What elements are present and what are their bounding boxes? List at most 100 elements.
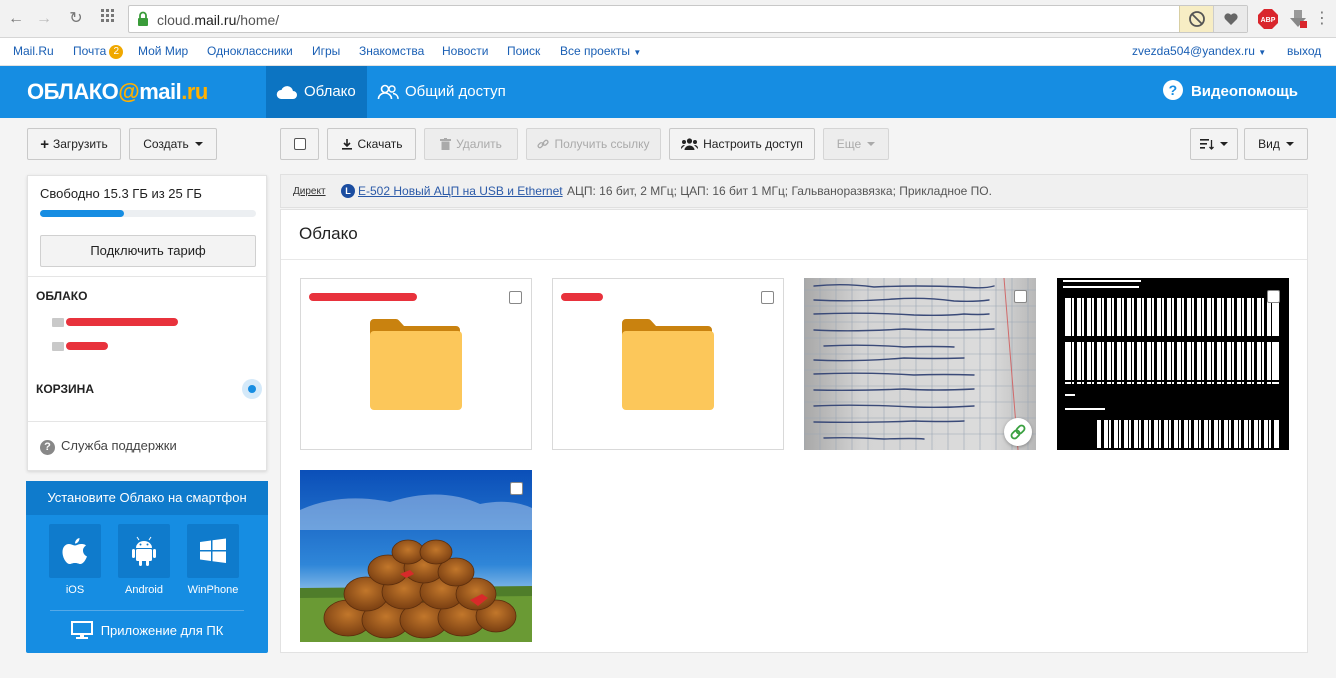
secure-lock-icon — [138, 11, 148, 26]
create-button[interactable]: Создать — [129, 128, 217, 160]
quota-text: Свободно 15.3 ГБ из 25 ГБ — [40, 186, 202, 201]
image-tile[interactable] — [804, 278, 1036, 450]
image-tile[interactable] — [1057, 278, 1289, 450]
barcode-bar — [1178, 420, 1179, 448]
apps-grid-icon[interactable] — [98, 9, 118, 29]
barcode-bar — [1151, 420, 1154, 448]
redacted-folder-name — [66, 342, 108, 350]
folder-tile[interactable] — [300, 278, 532, 450]
barcode-bar — [1141, 298, 1142, 384]
portal-link-ok[interactable]: Одноклассники — [207, 44, 293, 58]
barcode-bar — [1111, 420, 1114, 448]
sort-button[interactable] — [1190, 128, 1238, 160]
ios-app-link[interactable]: iOS — [49, 524, 101, 596]
folder-tile[interactable] — [552, 278, 784, 450]
barcode-bar — [1248, 420, 1249, 448]
ad-link[interactable]: E-502 Новый АЦП на USB и Ethernet — [358, 184, 563, 198]
winphone-app-link[interactable]: WinPhone — [187, 524, 239, 596]
address-bar[interactable]: cloud.mail.ru/home/ — [128, 5, 1248, 33]
image-tile[interactable] — [300, 470, 532, 642]
portal-link-mailru[interactable]: Mail.Ru — [13, 44, 54, 58]
tree-folder-item[interactable] — [52, 316, 192, 330]
heart-icon[interactable] — [1213, 6, 1247, 32]
select-all-checkbox[interactable] — [280, 128, 319, 160]
barcode-bar — [1081, 298, 1082, 384]
svg-text:ABP: ABP — [1261, 17, 1276, 24]
menu-icon[interactable]: ⋮ — [1312, 9, 1332, 29]
select-checkbox[interactable] — [1014, 290, 1027, 303]
tab-shared-access[interactable]: Общий доступ — [377, 66, 506, 118]
select-checkbox[interactable] — [509, 291, 522, 304]
barcode-bar — [1234, 298, 1237, 384]
more-button[interactable]: Еще — [823, 128, 889, 160]
select-checkbox[interactable] — [761, 291, 774, 304]
download-button[interactable]: Скачать — [327, 128, 416, 160]
barcode-bar — [1141, 420, 1144, 448]
select-checkbox[interactable] — [510, 482, 523, 495]
logout-link[interactable]: выход — [1287, 44, 1321, 58]
adblock-icon[interactable]: ABP — [1257, 8, 1279, 30]
checkbox-icon — [293, 138, 306, 150]
portal-bar: Mail.Ru Почта 2 Мой Мир Одноклассники Игр… — [0, 38, 1336, 66]
cloud-section-title[interactable]: ОБЛАКО — [36, 289, 87, 303]
select-checkbox[interactable] — [1267, 290, 1280, 303]
barcode-bar — [1231, 298, 1232, 384]
barcode-bar — [1171, 420, 1174, 448]
barcode-bar — [1218, 420, 1219, 448]
upload-button[interactable]: + Загрузить — [27, 128, 121, 160]
barcode-bar — [1241, 420, 1244, 448]
forward-icon[interactable]: → — [34, 9, 54, 29]
barcode-bar — [1251, 420, 1254, 448]
video-help-link[interactable]: ? Видеопомощь — [1162, 66, 1298, 118]
promo-title: Установите Облако на смартфон — [26, 481, 268, 515]
help-icon: ? — [1162, 80, 1183, 100]
portal-link-news[interactable]: Новости — [442, 44, 488, 58]
android-app-link[interactable]: Android — [118, 524, 170, 596]
connect-tariff-button[interactable]: Подключить тариф — [40, 235, 256, 267]
users-icon — [681, 138, 699, 150]
ad-label[interactable]: Директ — [293, 186, 326, 197]
barcode-bar — [1204, 298, 1207, 384]
chevron-down-icon — [194, 142, 203, 146]
configure-access-button[interactable]: Настроить доступ — [669, 128, 815, 160]
barcode-bar — [1251, 298, 1252, 384]
portal-link-myworld[interactable]: Мой Мир — [138, 44, 188, 58]
barcode-bar — [1181, 298, 1182, 384]
back-icon[interactable]: ← — [6, 9, 26, 29]
support-link[interactable]: ? Служба поддержки — [40, 438, 177, 455]
portal-link-all-projects[interactable]: Все проекты ▼ — [560, 44, 641, 58]
divider — [50, 610, 244, 611]
portal-link-games[interactable]: Игры — [312, 44, 340, 58]
barcode-bar — [1074, 298, 1077, 384]
portal-link-mail[interactable]: Почта 2 — [73, 44, 124, 59]
ad-banner: Директ L E-502 Новый АЦП на USB и Ethern… — [280, 174, 1308, 208]
barcode-bar — [1128, 420, 1129, 448]
users-icon — [377, 84, 399, 100]
app-header: ОБЛАКО@mail.ru Облако Общий доступ ? Виде… — [0, 66, 1336, 118]
get-link-button[interactable]: Получить ссылку — [526, 128, 661, 160]
barcode-bar — [1254, 298, 1257, 384]
tree-folder-item[interactable] — [52, 340, 142, 354]
block-icon[interactable] — [1179, 6, 1213, 32]
cloud-logo[interactable]: ОБЛАКО@mail.ru — [27, 79, 208, 105]
view-button[interactable]: Вид — [1244, 128, 1308, 160]
file-area: Облако — [280, 209, 1308, 653]
download-extension-icon[interactable] — [1287, 8, 1309, 30]
barcode-bar — [1184, 298, 1187, 384]
reload-icon[interactable]: ↻ — [66, 9, 86, 29]
delete-button[interactable]: Удалить — [424, 128, 518, 160]
portal-link-dating[interactable]: Знакомства — [359, 44, 424, 58]
portal-link-search[interactable]: Поиск — [507, 44, 540, 58]
barcode-bar — [1181, 420, 1184, 448]
tab-cloud[interactable]: Облако — [266, 66, 367, 118]
folder-icon — [52, 342, 64, 351]
monitor-icon — [70, 621, 93, 639]
user-email-menu[interactable]: zvezda504@yandex.ru ▼ — [1132, 44, 1266, 58]
barcode-bar — [1258, 420, 1259, 448]
trash-section-title[interactable]: КОРЗИНА — [36, 382, 94, 396]
shared-link-badge[interactable] — [1004, 418, 1032, 446]
barcode-bar — [1121, 298, 1122, 384]
android-icon — [132, 536, 156, 566]
cloud-icon — [276, 86, 297, 99]
pc-app-link[interactable]: Приложение для ПК — [26, 621, 268, 639]
